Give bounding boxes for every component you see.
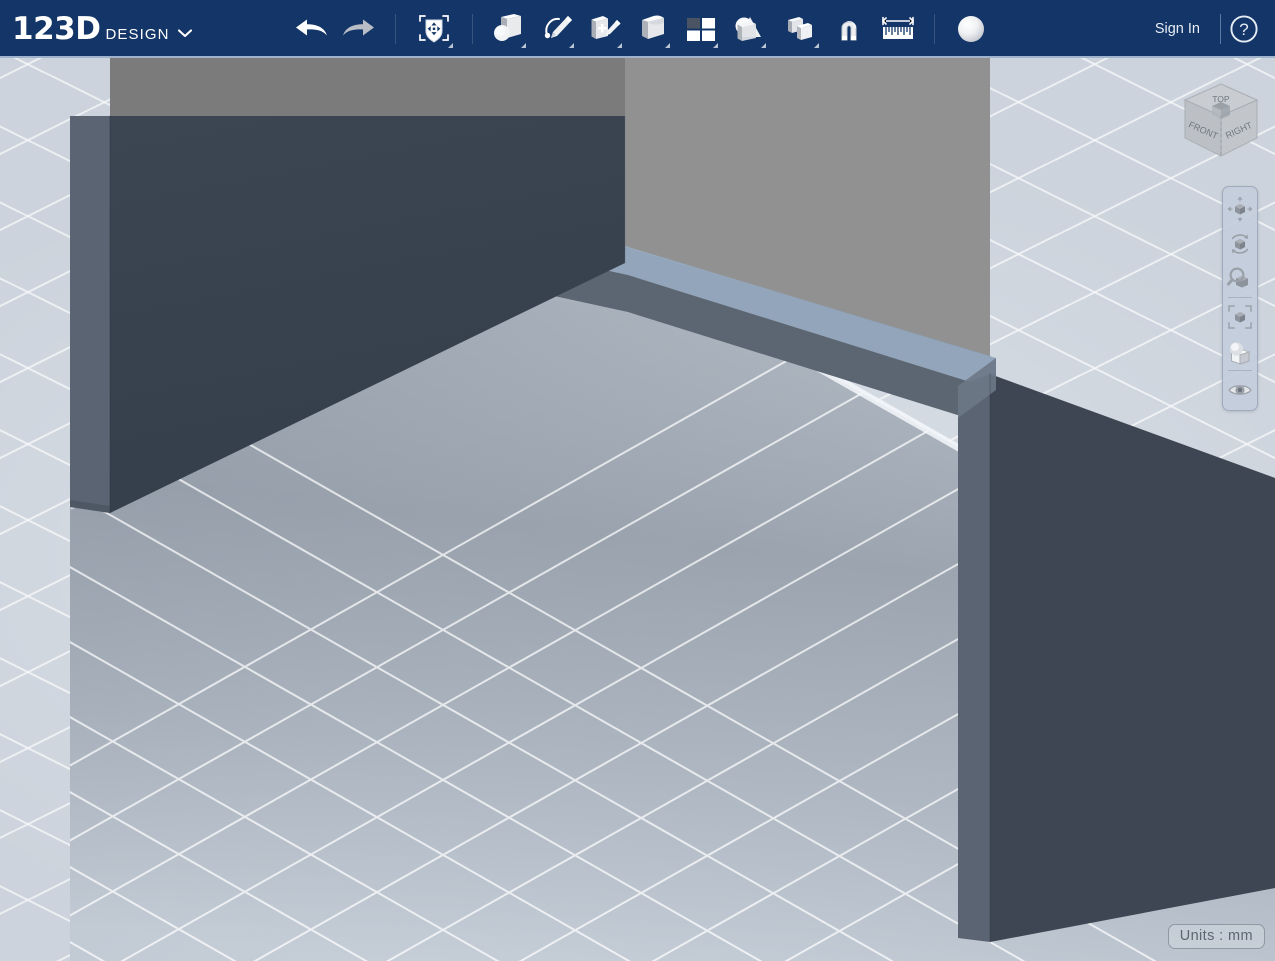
application-window: 123D DESIGN Sign In ? TOP FRONT RIGHT Un…: [0, 0, 1275, 961]
navigation-bar: [1222, 186, 1258, 411]
modify-dropdown-caret[interactable]: [664, 43, 670, 48]
combine-tool-button[interactable]: [778, 4, 826, 54]
zoom-button[interactable]: [1224, 262, 1256, 295]
primitives-tool-button[interactable]: [485, 4, 533, 54]
material-tool-button[interactable]: [947, 4, 995, 54]
view-cube-label-top: TOP: [1212, 94, 1230, 104]
model-geometry: [68, 58, 1275, 961]
combine-dropdown-caret[interactable]: [813, 43, 819, 48]
pattern-dropdown-caret[interactable]: [712, 43, 718, 48]
construct-extrude-icon: [591, 16, 621, 39]
help-button[interactable]: ?: [1227, 12, 1261, 46]
fit-brackets-cube-icon: [1228, 304, 1252, 329]
logo-secondary-text: DESIGN: [105, 25, 170, 43]
construct-dropdown-caret[interactable]: [616, 43, 622, 48]
modify-fillet-icon: [641, 15, 664, 39]
redo-button[interactable]: [335, 4, 383, 54]
construct-tool-button[interactable]: [581, 4, 629, 54]
grouping-dropdown-caret[interactable]: [760, 43, 766, 48]
undo-button[interactable]: [287, 4, 335, 54]
sketch-dropdown-caret[interactable]: [568, 43, 574, 48]
svg-text:?: ?: [1239, 20, 1248, 39]
transform-dropdown-caret[interactable]: [447, 43, 453, 48]
question-circle-icon: ?: [1230, 15, 1258, 43]
eye-visibility-icon: [1228, 384, 1252, 395]
material-sphere-icon: [957, 16, 984, 42]
toolbar-divider: [471, 14, 473, 44]
orbit-button[interactable]: [1224, 227, 1256, 260]
navbar-divider: [1228, 297, 1252, 298]
sign-in-button[interactable]: Sign In: [1141, 15, 1214, 43]
grouping-shapes-icon: [735, 17, 761, 41]
top-toolbar: 123D DESIGN Sign In ?: [0, 0, 1275, 58]
display-button[interactable]: [1224, 335, 1256, 368]
snap-magnet-icon: [841, 21, 857, 41]
app-logo[interactable]: 123D DESIGN: [0, 10, 192, 47]
navbar-divider: [1228, 370, 1252, 371]
scene-model[interactable]: [0, 58, 1275, 961]
primitives-dropdown-caret[interactable]: [520, 43, 526, 48]
transform-tool-button[interactable]: [408, 4, 460, 54]
toolbar-divider: [933, 14, 935, 44]
zoom-magnifier-cube-icon: [1227, 266, 1248, 287]
units-indicator[interactable]: Units : mm: [1167, 924, 1265, 949]
sketch-pencil-icon: [544, 16, 572, 39]
pattern-grid-icon: [686, 18, 715, 41]
right-wall-edge: [958, 374, 990, 942]
sketch-tool-button[interactable]: [533, 4, 581, 54]
snap-tool-button[interactable]: [826, 4, 874, 54]
3d-viewport[interactable]: TOP FRONT RIGHT Units: mm: [0, 58, 1275, 961]
pan-arrows-cube-icon: [1227, 196, 1253, 221]
redo-arrow-icon: [342, 19, 374, 36]
combine-boolean-icon: [787, 17, 812, 40]
fit-button[interactable]: [1224, 300, 1256, 333]
toolbar-divider: [394, 14, 396, 44]
orbit-rotate-cube-icon: [1231, 233, 1249, 254]
pattern-tool-button[interactable]: [677, 4, 725, 54]
grouping-tool-button[interactable]: [725, 4, 773, 54]
view-cube-icon: TOP FRONT RIGHT: [1183, 83, 1259, 157]
logo-primary-text: 123D: [12, 10, 101, 47]
pan-button[interactable]: [1224, 192, 1256, 225]
measure-tool-button[interactable]: [874, 4, 922, 54]
undo-arrow-icon: [295, 19, 327, 36]
toolbar-divider: [775, 14, 776, 44]
view-cube[interactable]: TOP FRONT RIGHT: [1175, 76, 1267, 168]
chevron-down-icon[interactable]: [177, 27, 192, 40]
account-cluster: Sign In ?: [1141, 12, 1275, 46]
display-shading-icon: [1229, 341, 1251, 365]
primitives-solids-icon: [493, 14, 521, 41]
modify-tool-button[interactable]: [629, 4, 677, 54]
measure-ruler-icon: [881, 16, 914, 39]
left-pillar-side: [70, 116, 110, 513]
main-tool-strip: [287, 0, 995, 58]
visibility-button[interactable]: [1224, 373, 1256, 406]
account-divider: [1220, 14, 1221, 44]
chevron-down-glyph: [177, 28, 192, 37]
